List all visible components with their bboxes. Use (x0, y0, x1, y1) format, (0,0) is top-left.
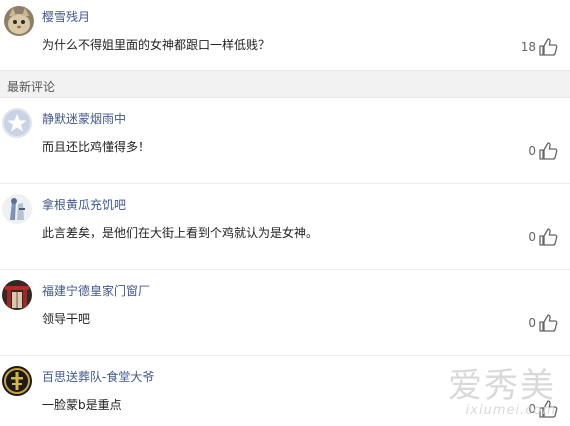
comment-username[interactable]: 静默迷蒙烟雨中 (42, 110, 126, 127)
thumbs-up-icon[interactable] (538, 313, 558, 333)
comment-like-button[interactable]: 0 (528, 313, 558, 333)
section-title: 最新评论 (7, 80, 56, 94)
comment-item: 拿根黄瓜充饥吧 此言差矣，是他们在大街上看到个鸡就认为是女神。 0 (0, 184, 570, 270)
comment-text: 此言差矣，是他们在大街上看到个鸡就认为是女神。 (42, 226, 319, 240)
thumbs-up-icon[interactable] (538, 227, 558, 247)
top-comment: 樱雪残月 为什么不得姐里面的女神都跟口一样低贱？ 18 (0, 0, 570, 70)
watermark: 爱秀美 ixiumei.com (448, 369, 556, 418)
watermark-cn: 爱秀美 (448, 366, 556, 406)
thumbs-up-icon[interactable] (538, 37, 558, 57)
thumbs-up-icon[interactable] (538, 141, 558, 161)
top-comment-username[interactable]: 樱雪残月 (42, 8, 90, 25)
comment-item: 静默迷蒙烟雨中 而且还比鸡懂得多！ 0 (0, 98, 570, 184)
comment-username[interactable]: 福建宁德皇家门窗厂 (42, 282, 150, 299)
comment-text: 而且还比鸡懂得多！ (42, 140, 151, 154)
like-count: 0 (528, 144, 536, 158)
default-star-avatar[interactable] (2, 108, 32, 138)
comment-text: 一脸蒙b是重点 (42, 398, 122, 412)
gate-avatar[interactable] (2, 280, 32, 310)
comment-like-button[interactable]: 0 (528, 141, 558, 161)
like-count: 0 (528, 316, 536, 330)
comment-username[interactable]: 百思送葬队-食堂大爷 (42, 368, 154, 385)
gold-emblem-avatar[interactable] (2, 366, 32, 396)
comment-item: 福建宁德皇家门窗厂 领导干吧 0 (0, 270, 570, 356)
cat-avatar[interactable] (4, 6, 34, 36)
comment-username[interactable]: 拿根黄瓜充饥吧 (42, 196, 126, 213)
section-header: 最新评论 (0, 70, 570, 98)
comment-like-button[interactable]: 0 (528, 227, 558, 247)
top-comment-like-button[interactable]: 18 (521, 37, 558, 57)
like-count: 18 (520, 40, 536, 54)
top-comment-text: 为什么不得姐里面的女神都跟口一样低贱？ (42, 38, 271, 52)
sketch-avatar[interactable] (2, 194, 32, 224)
like-count: 0 (528, 230, 536, 244)
comment-text: 领导干吧 (42, 312, 91, 326)
